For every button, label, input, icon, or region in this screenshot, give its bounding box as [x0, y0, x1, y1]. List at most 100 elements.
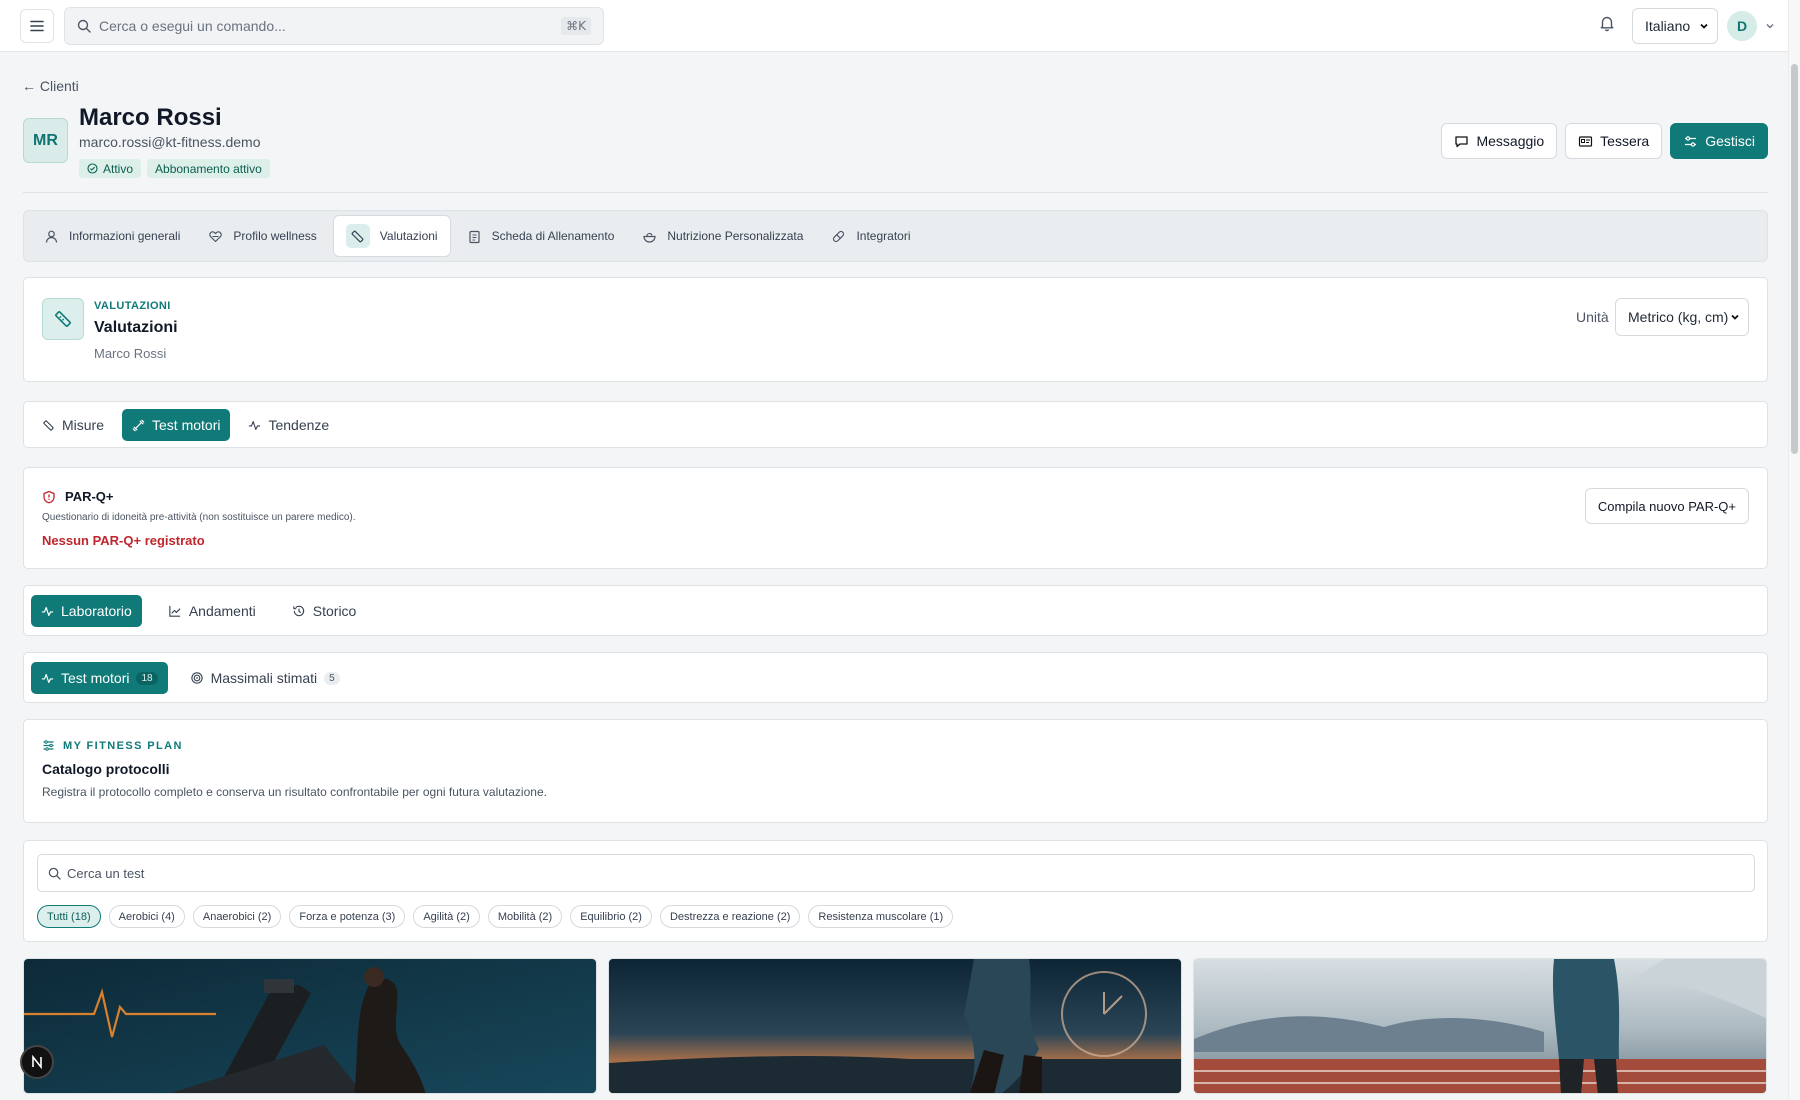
test-card-image-track-walk[interactable]	[1193, 958, 1767, 1094]
top-bar: ⌘K Italiano D	[0, 0, 1788, 52]
parq-heading: PAR-Q+	[42, 489, 114, 504]
tab-label: Test motori	[61, 670, 130, 686]
activity-icon	[249, 420, 261, 430]
heart-handshake-icon	[208, 229, 223, 244]
tab-progress[interactable]: Andamenti	[158, 595, 266, 627]
chevron-down-icon	[1700, 23, 1708, 29]
tab-label: Profilo wellness	[233, 229, 317, 243]
tab-history[interactable]: Storico	[282, 595, 367, 627]
section-title: Valutazioni	[94, 319, 178, 336]
tab-measures[interactable]: Misure	[32, 409, 114, 441]
catalog-eyebrow-label: MY FITNESS PLAN	[63, 739, 183, 752]
scrollbar[interactable]	[1788, 0, 1800, 1100]
activity-icon	[41, 673, 54, 683]
track-walker-image	[1194, 959, 1766, 1093]
parq-status: Nessun PAR-Q+ registrato	[42, 533, 205, 548]
filter-all[interactable]: Tutti (18)	[37, 905, 101, 928]
message-button[interactable]: Messaggio	[1441, 123, 1558, 159]
tab-motor-tests-list[interactable]: Test motori 18	[31, 662, 168, 694]
bell-icon	[1600, 16, 1614, 32]
catalog-title: Catalogo protocolli	[42, 761, 170, 777]
chevron-down-icon	[1766, 24, 1774, 29]
tab-nutrition[interactable]: Nutrizione Personalizzata	[630, 215, 815, 257]
filter-dexterity-reaction[interactable]: Destrezza e reazione (2)	[659, 905, 801, 928]
parq-card: PAR-Q+ Questionario di idoneità pre-atti…	[23, 467, 1768, 569]
tab-label: Valutazioni	[379, 229, 438, 243]
subscription-badge-label: Abbonamento attivo	[155, 161, 262, 176]
notifications-button[interactable]	[1598, 14, 1616, 32]
test-search[interactable]	[37, 854, 1755, 892]
dumbbell-icon	[132, 419, 145, 431]
unit-select[interactable]: Metrico (kg, cm)	[1615, 298, 1749, 336]
count-badge: 5	[324, 671, 340, 685]
tab-assessments[interactable]: Valutazioni	[332, 215, 451, 257]
tab-estimated-maxes[interactable]: Massimali stimati 5	[180, 662, 350, 694]
assessments-header-card: VALUTAZIONI Valutazioni Marco Rossi Unit…	[23, 277, 1768, 382]
filter-anaerobic[interactable]: Anaerobici (2)	[192, 905, 282, 928]
test-card-image-treadmill[interactable]	[23, 958, 597, 1094]
scrollbar-thumb[interactable]	[1791, 64, 1798, 454]
subscription-badge: Abbonamento attivo	[147, 159, 270, 178]
filter-muscular-endurance[interactable]: Resistenza muscolare (1)	[808, 905, 954, 928]
message-icon	[1455, 135, 1469, 147]
category-filters: Tutti (18) Aerobici (4) Anaerobici (2) F…	[37, 905, 954, 928]
membership-card-button[interactable]: Tessera	[1565, 123, 1663, 159]
membership-card-button-label: Tessera	[1600, 133, 1650, 149]
id-card-icon	[1579, 135, 1593, 147]
search-icon	[77, 19, 91, 33]
test-filter-card: Tutti (18) Aerobici (4) Anaerobici (2) F…	[23, 840, 1768, 942]
ruler-icon	[42, 298, 84, 340]
manage-button[interactable]: Gestisci	[1670, 123, 1768, 159]
new-parq-button[interactable]: Compila nuovo PAR-Q+	[1584, 488, 1749, 524]
tab-label: Storico	[312, 603, 357, 619]
tab-supplements[interactable]: Integratori	[819, 215, 922, 257]
hamburger-menu-button[interactable]	[20, 9, 54, 43]
filter-strength-power[interactable]: Forza e potenza (3)	[289, 905, 406, 928]
user-menu[interactable]: D	[1727, 11, 1775, 41]
menu-icon	[30, 20, 44, 32]
salad-icon	[642, 229, 657, 244]
sliders-icon	[1685, 135, 1697, 147]
shield-alert-icon	[43, 490, 55, 503]
pill-icon	[831, 229, 846, 244]
command-search-input[interactable]	[99, 18, 539, 34]
client-section-tabs: Informazioni generali Profilo wellness V…	[23, 210, 1768, 262]
filter-agility[interactable]: Agilità (2)	[413, 905, 480, 928]
client-name: Marco Rossi	[79, 104, 222, 131]
language-select[interactable]: Italiano	[1632, 8, 1718, 44]
filter-balance[interactable]: Equilibrio (2)	[570, 905, 652, 928]
catalog-description: Registra il protocollo completo e conser…	[42, 785, 547, 799]
user-icon	[44, 229, 59, 244]
treadmill-runner-image	[24, 959, 596, 1093]
header-divider	[23, 192, 1768, 193]
list-settings-icon	[43, 740, 54, 751]
tab-label: Informazioni generali	[69, 229, 181, 243]
test-search-input[interactable]	[67, 865, 1667, 881]
line-chart-icon	[169, 605, 181, 617]
nextjs-dev-button[interactable]	[20, 1045, 54, 1079]
tab-motor-tests[interactable]: Test motori	[122, 409, 231, 441]
tab-label: Nutrizione Personalizzata	[667, 229, 804, 243]
activity-icon	[41, 606, 54, 616]
test-card-image-sunset-run[interactable]	[608, 958, 1182, 1094]
status-badge-label: Attivo	[103, 161, 134, 176]
tab-wellness-profile[interactable]: Profilo wellness	[196, 215, 328, 257]
client-avatar: MR	[23, 118, 68, 163]
command-search[interactable]: ⌘K	[64, 7, 604, 45]
tab-general-info[interactable]: Informazioni generali	[32, 215, 192, 257]
tab-laboratory[interactable]: Laboratorio	[31, 595, 142, 627]
lab-tabs: Laboratorio Andamenti Storico	[23, 585, 1768, 636]
tab-label: Scheda di Allenamento	[491, 229, 615, 243]
back-to-clients-link[interactable]: ← Clienti	[22, 78, 79, 94]
user-avatar: D	[1727, 11, 1757, 41]
filter-aerobic[interactable]: Aerobici (4)	[108, 905, 185, 928]
ruler-icon	[43, 419, 54, 431]
tab-trends[interactable]: Tendenze	[238, 409, 339, 441]
client-email: marco.rossi@kt-fitness.demo	[79, 134, 261, 150]
target-icon	[190, 672, 203, 684]
manage-button-label: Gestisci	[1705, 133, 1755, 149]
section-subtitle: Marco Rossi	[94, 346, 167, 361]
tab-workout-plan[interactable]: Scheda di Allenamento	[455, 215, 627, 257]
filter-mobility[interactable]: Mobilità (2)	[487, 905, 563, 928]
tab-label: Test motori	[152, 417, 221, 433]
